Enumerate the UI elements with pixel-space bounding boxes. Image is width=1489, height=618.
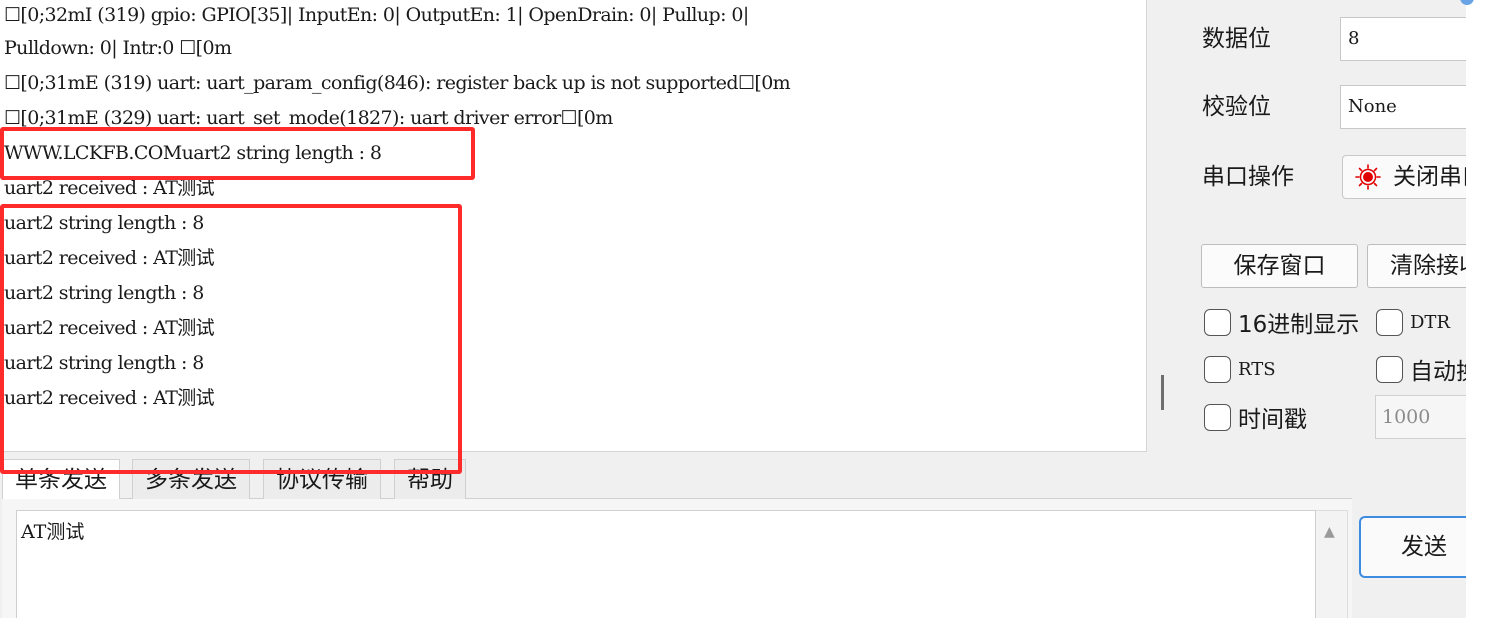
checkbox-box[interactable]: [1376, 308, 1403, 336]
auto-newline-checkbox[interactable]: 自动换行: [1376, 354, 1466, 385]
timestamp-checkbox[interactable]: 时间戳: [1204, 402, 1307, 433]
save-window-button[interactable]: 保存窗口: [1201, 244, 1358, 288]
timestamp-label: 时间戳: [1238, 407, 1307, 433]
log-line: ☐[0;31mE (319) uart: uart_param_config(8…: [4, 72, 791, 94]
log-line: ☐[0;32mI (319) gpio: GPIO[35]| InputEn: …: [4, 4, 749, 26]
port-operation-label: 串口操作: [1202, 164, 1294, 190]
dtr-checkbox[interactable]: DTR: [1376, 307, 1450, 337]
clear-receive-button[interactable]: 清除接收: [1367, 244, 1466, 288]
log-line: Pulldown: 0| Intr:0 ☐[0m: [4, 37, 232, 59]
rts-label: RTS: [1238, 358, 1276, 380]
checkbox-box[interactable]: [1204, 308, 1231, 336]
data-bits-select[interactable]: 8: [1340, 17, 1466, 61]
auto-newline-label: 自动换行: [1410, 359, 1466, 385]
parity-select[interactable]: None: [1340, 85, 1466, 129]
checkbox-box[interactable]: [1376, 355, 1403, 383]
send-input[interactable]: AT测试: [16, 510, 1316, 618]
send-button[interactable]: 发送: [1359, 516, 1466, 578]
dtr-label: DTR: [1410, 311, 1450, 333]
close-port-button[interactable]: 关闭串口: [1342, 155, 1466, 199]
red-led-icon: [1355, 164, 1381, 190]
parity-label: 校验位: [1202, 94, 1271, 120]
checkbox-box[interactable]: [1204, 403, 1231, 431]
annotation-box: [0, 127, 475, 180]
serial-assistant-window: ☐[0;32mI (319) gpio: GPIO[35]| InputEn: …: [0, 0, 1466, 618]
triangle-up-icon[interactable]: ▲: [1324, 524, 1335, 540]
desktop-background: [1466, 0, 1489, 618]
timestamp-interval-input[interactable]: 1000: [1375, 395, 1466, 439]
data-bits-label: 数据位: [1202, 26, 1271, 52]
rts-checkbox[interactable]: RTS: [1204, 354, 1276, 384]
receive-log-scrollbar[interactable]: [1148, 0, 1184, 452]
receive-log-scroll-thumb[interactable]: [1161, 375, 1164, 410]
close-port-label: 关闭串口: [1393, 164, 1466, 190]
checkbox-box[interactable]: [1204, 355, 1231, 383]
hex-display-label: 16进制显示: [1238, 312, 1360, 338]
annotation-box: [0, 204, 462, 474]
hex-display-checkbox[interactable]: 16进制显示: [1204, 307, 1360, 338]
